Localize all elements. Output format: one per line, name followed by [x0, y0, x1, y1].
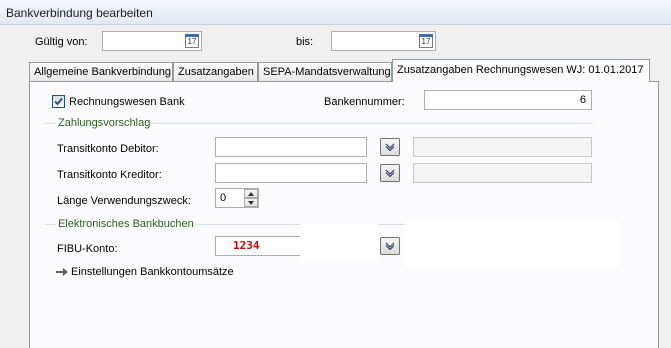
transit-kreditor-field[interactable]	[215, 163, 367, 183]
fibu-konto-dropdown-button[interactable]	[380, 237, 400, 255]
chevron-down-icon	[385, 169, 395, 177]
transit-debitor-field[interactable]	[215, 137, 367, 157]
chevron-down-icon	[385, 143, 395, 151]
bankennummer-label: Bankennummer:	[324, 96, 405, 108]
valid-from-field[interactable]: 17	[102, 31, 202, 51]
title-bar: Bankverbindung bearbeiten	[0, 0, 671, 25]
transit-debitor-name-field	[413, 137, 592, 157]
tab-label: Zusatzangaben Rechnungswesen WJ: 01.01.2…	[397, 64, 644, 76]
spin-down-icon	[248, 201, 254, 205]
spin-up-button[interactable]	[244, 189, 258, 198]
redacted-area	[300, 224, 378, 262]
fibu-konto-label: FIBU-Konto:	[57, 243, 118, 255]
arrow-right-icon	[56, 268, 68, 276]
transit-kreditor-name-field	[413, 163, 592, 183]
tab-label: Allgemeine Bankverbindung	[34, 66, 171, 78]
valid-from-label: Gültig von:	[35, 36, 88, 48]
transit-kreditor-dropdown-button[interactable]	[380, 164, 400, 182]
rechnungswesen-label: Rechnungswesen Bank	[69, 96, 185, 108]
tab-label: SEPA-Mandatsverwaltung	[263, 66, 391, 78]
transit-debitor-dropdown-button[interactable]	[380, 138, 400, 156]
valid-to-label: bis:	[296, 36, 314, 48]
chevron-down-icon	[385, 242, 395, 250]
tab-label: Zusatzangaben	[178, 66, 254, 78]
transit-kreditor-label: Transitkonto Kreditor:	[57, 169, 162, 181]
bankennummer-field[interactable]: 6	[424, 90, 592, 110]
elektronisch-group-label: Elektronisches Bankbuchen	[56, 218, 196, 230]
tab-zusatzangaben-rechnungswesen[interactable]: Zusatzangaben Rechnungswesen WJ: 01.01.2…	[392, 59, 650, 82]
checkmark-icon	[54, 97, 63, 106]
einstellungen-bankkontoumsaetze-link[interactable]: Einstellungen Bankkontoumsätze	[71, 266, 234, 278]
laenge-spinner-field[interactable]: 0	[215, 188, 259, 208]
tab-zusatzangaben[interactable]: Zusatzangaben	[173, 62, 258, 81]
laenge-label: Länge Verwendungszweck:	[57, 195, 191, 207]
tab-sepa-mandatsverwaltung[interactable]: SEPA-Mandatsverwaltung	[258, 62, 392, 81]
zahlungsvorschlag-group-label: Zahlungsvorschlag	[56, 117, 153, 129]
valid-to-field[interactable]: 17	[331, 31, 436, 51]
window-title: Bankverbindung bearbeiten	[6, 6, 153, 20]
transit-debitor-label: Transitkonto Debitor:	[57, 143, 159, 155]
fibu-konto-name-area	[405, 222, 620, 266]
calendar-icon[interactable]: 17	[419, 34, 433, 48]
spin-up-icon	[248, 192, 254, 196]
calendar-icon[interactable]: 17	[185, 34, 199, 48]
tab-allgemeine-bankverbindung[interactable]: Allgemeine Bankverbindung	[29, 62, 173, 81]
rechnungswesen-checkbox[interactable]	[52, 95, 65, 108]
spin-down-button[interactable]	[244, 198, 258, 207]
fibu-konto-value: 1234	[233, 239, 260, 252]
